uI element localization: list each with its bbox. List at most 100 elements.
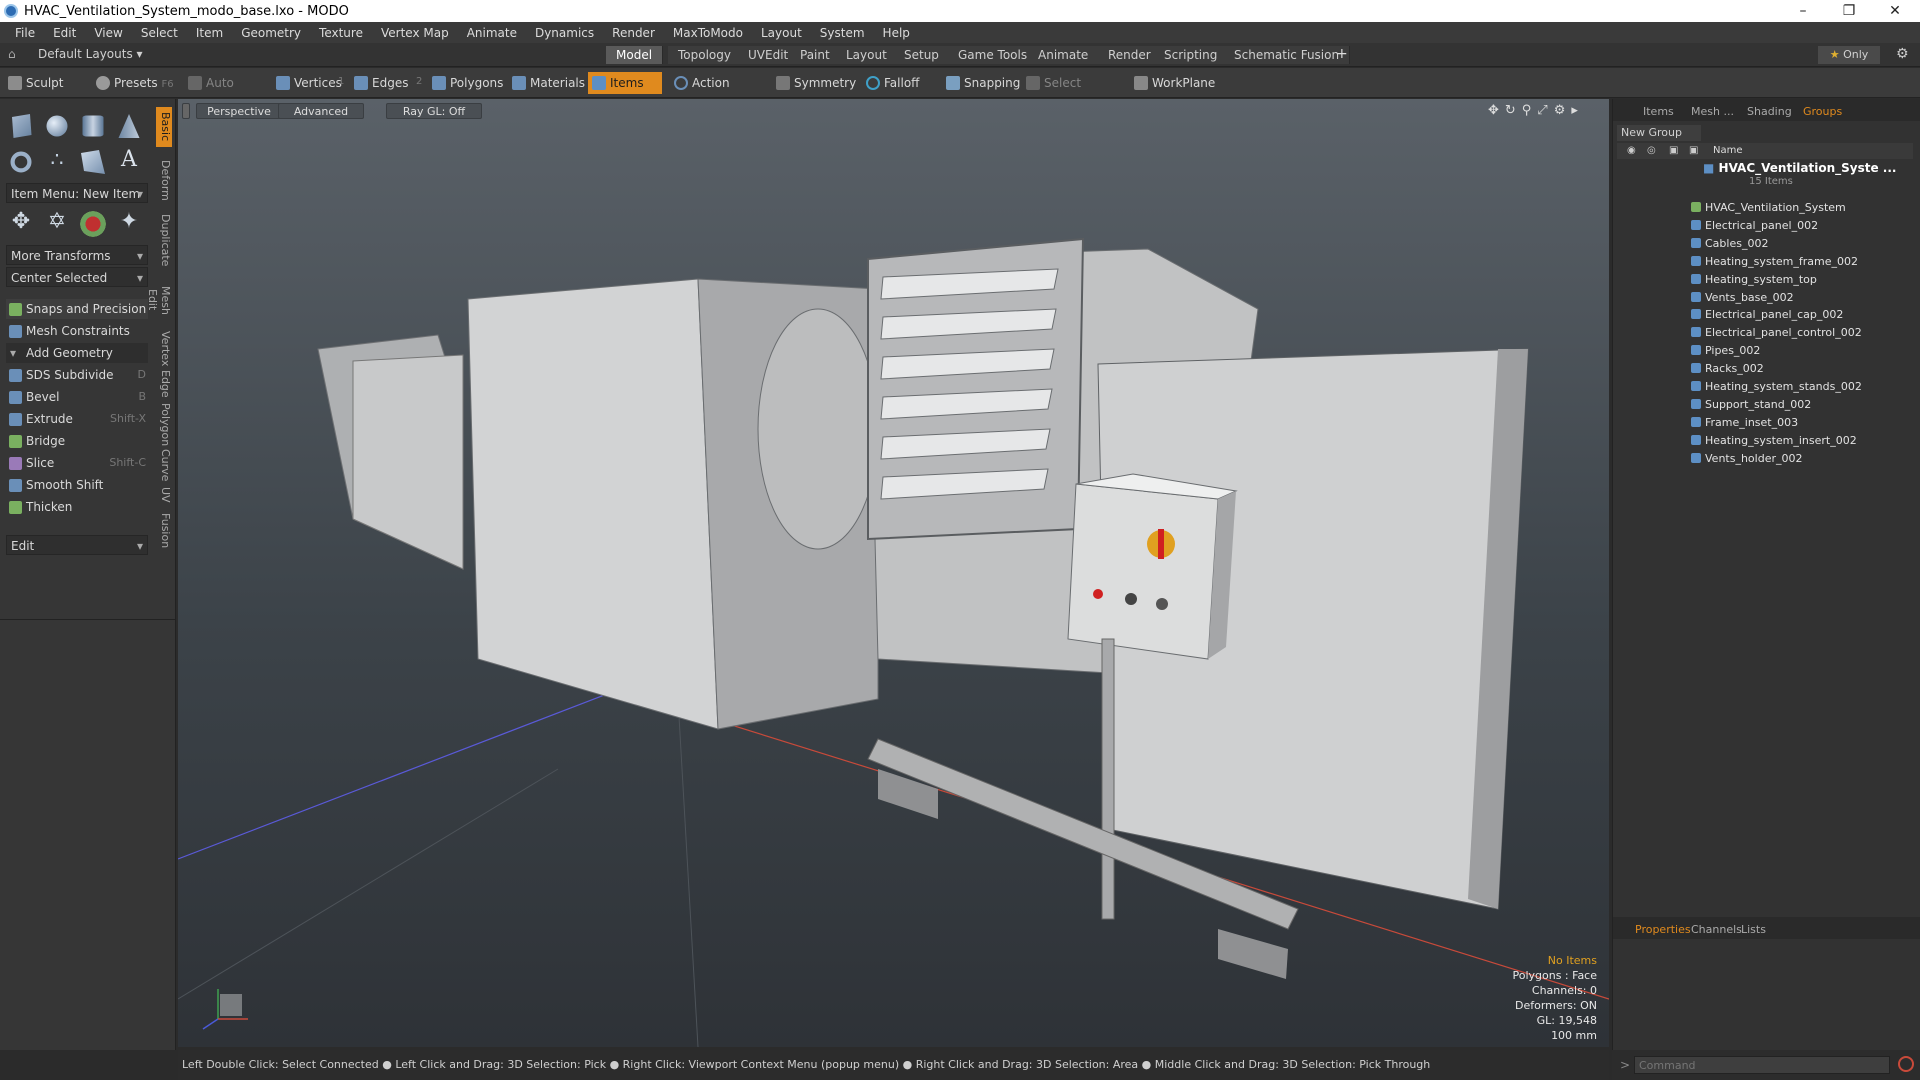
menu-select[interactable]: Select <box>132 26 187 40</box>
menu-file[interactable]: File <box>6 26 44 40</box>
gear-icon[interactable]: ⚙ <box>1896 46 1909 62</box>
cube-icon[interactable] <box>12 114 32 138</box>
menu-item[interactable]: Item <box>187 26 232 40</box>
menu-texture[interactable]: Texture <box>310 26 372 40</box>
rtab-items[interactable]: Items <box>1643 103 1674 121</box>
vtab-deform[interactable]: Deform <box>156 153 172 207</box>
vtab-basic[interactable]: Basic <box>156 107 172 147</box>
torus-icon[interactable] <box>10 151 32 173</box>
add-tab-icon[interactable]: + <box>1336 46 1348 62</box>
group-item[interactable]: Heating_system_frame_002 <box>1691 253 1858 271</box>
group-item[interactable]: Electrical_panel_002 <box>1691 217 1818 235</box>
snapping-button[interactable]: Snapping <box>942 72 1024 94</box>
menu-help[interactable]: Help <box>874 26 919 40</box>
tool-extrude[interactable]: Extrude Shift-X <box>6 409 148 429</box>
transform-icon[interactable]: ✦ <box>114 209 144 239</box>
tool-smooth-shift[interactable]: Smooth Shift <box>6 475 148 495</box>
sculpt-button[interactable]: Sculpt <box>4 72 90 94</box>
menu-render[interactable]: Render <box>603 26 664 40</box>
text-tool-icon[interactable]: A <box>114 147 144 177</box>
auto-select-button[interactable]: Auto Select <box>184 72 266 112</box>
group-item[interactable]: Heating_system_stands_002 <box>1691 378 1862 396</box>
group-item[interactable]: Electrical_panel_cap_002 <box>1691 306 1843 324</box>
close-button[interactable]: ✕ <box>1872 0 1918 22</box>
vtab-vertex[interactable]: Vertex <box>156 331 172 366</box>
tab-model[interactable]: Model <box>606 46 664 64</box>
layouts-dropdown[interactable]: Default Layouts ▾ <box>38 47 143 61</box>
item-menu-dropdown[interactable]: Item Menu: New Item <box>6 183 148 204</box>
center-selected-dropdown[interactable]: Center Selected <box>6 267 148 288</box>
sphere-icon[interactable] <box>46 115 68 137</box>
tab-setup[interactable]: Setup <box>894 46 950 64</box>
group-item[interactable]: Heating_system_insert_002 <box>1691 432 1857 450</box>
capsule-icon[interactable]: ∴ <box>42 147 72 177</box>
command-input[interactable] <box>1634 1056 1890 1074</box>
tab-render[interactable]: Render <box>1098 46 1162 64</box>
menu-dynamics[interactable]: Dynamics <box>526 26 603 40</box>
pen-icon[interactable] <box>81 150 105 174</box>
menu-view[interactable]: View <box>85 26 131 40</box>
tab-paint[interactable]: Paint <box>790 46 841 64</box>
tab-animate[interactable]: Animate <box>1028 46 1100 64</box>
add-geometry-header[interactable]: ▾ Add Geometry <box>6 343 148 363</box>
polygons-button[interactable]: Polygons <box>428 72 512 94</box>
move-icon[interactable]: ✥ <box>6 209 36 239</box>
rtab-groups[interactable]: Groups <box>1803 103 1842 121</box>
command-clear-icon[interactable] <box>1898 1056 1914 1072</box>
group-item[interactable]: Cables_002 <box>1691 235 1768 253</box>
group-item[interactable]: Electrical_panel_control_002 <box>1691 324 1862 342</box>
action-center-button[interactable]: Action Center <box>670 72 770 112</box>
vertices-button[interactable]: Vertices <box>272 72 342 94</box>
tool-bridge[interactable]: Bridge <box>6 431 148 451</box>
cone-icon[interactable] <box>118 114 140 138</box>
vtab-duplicate[interactable]: Duplicate <box>156 211 172 269</box>
group-item[interactable]: Heating_system_top <box>1691 271 1817 289</box>
vtab-uv[interactable]: UV <box>156 483 172 507</box>
tab-schematic-fusion[interactable]: Schematic Fusion <box>1224 46 1351 64</box>
menu-edit[interactable]: Edit <box>44 26 85 40</box>
vtab-polygon[interactable]: Polygon <box>156 403 172 446</box>
edges-button[interactable]: Edges <box>350 72 418 94</box>
rotate-icon[interactable]: ✡ <box>42 209 72 239</box>
layout-icon[interactable]: ⌂ <box>8 47 16 61</box>
vtab-mesh-edit[interactable]: Mesh Edit <box>146 275 172 325</box>
tool-thicken[interactable]: Thicken <box>6 497 148 517</box>
workplane-button[interactable]: WorkPlane <box>1130 72 1215 94</box>
rtab-shading[interactable]: Shading <box>1747 103 1792 121</box>
vtab-curve[interactable]: Curve <box>156 449 172 481</box>
group-item[interactable]: Vents_holder_002 <box>1691 450 1802 468</box>
btab-properties[interactable]: Properties <box>1635 921 1691 939</box>
vtab-fusion[interactable]: Fusion <box>156 511 172 551</box>
cylinder-icon[interactable] <box>82 115 104 137</box>
menu-animate[interactable]: Animate <box>458 26 526 40</box>
minimize-button[interactable]: – <box>1780 0 1826 22</box>
menu-vertex-map[interactable]: Vertex Map <box>372 26 458 40</box>
tool-sds-subdivide[interactable]: SDS Subdivide D <box>6 365 148 385</box>
group-item[interactable]: HVAC_Ventilation_System <box>1691 199 1846 217</box>
restore-button[interactable]: ❐ <box>1826 0 1872 22</box>
select-through-button[interactable]: Select Through <box>1022 72 1126 112</box>
3d-viewport[interactable]: Perspective Advanced Ray GL: Off ✥↻⚲⤢⚙▸ <box>178 99 1609 1047</box>
group-item[interactable]: Pipes_002 <box>1691 342 1760 360</box>
presets-button[interactable]: Presets F6 <box>92 72 180 94</box>
mesh-constraints-button[interactable]: Mesh Constraints <box>6 321 148 341</box>
symmetry-button[interactable]: Symmetry <box>772 72 856 94</box>
tab-game-tools[interactable]: Game Tools <box>948 46 1039 64</box>
snaps-precision-button[interactable]: Snaps and Precision <box>6 299 148 319</box>
menu-layout[interactable]: Layout <box>752 26 811 40</box>
menu-system[interactable]: System <box>811 26 874 40</box>
group-row[interactable]: ■ HVAC_Ventilation_Syste ... <box>1703 161 1897 175</box>
new-group-button[interactable]: New Group <box>1617 125 1701 141</box>
only-toggle[interactable]: ★ Only <box>1818 46 1880 64</box>
btab-channels[interactable]: Channels <box>1691 921 1742 939</box>
vtab-edge[interactable]: Edge <box>156 369 172 399</box>
menu-geometry[interactable]: Geometry <box>232 26 310 40</box>
tab-layout[interactable]: Layout <box>836 46 898 64</box>
edit-dropdown[interactable]: Edit <box>6 535 148 556</box>
group-item[interactable]: Vents_base_002 <box>1691 289 1794 307</box>
tool-slice[interactable]: Slice Shift-C <box>6 453 148 473</box>
menu-maxtomodo[interactable]: MaxToModo <box>664 26 752 40</box>
scale-icon[interactable] <box>78 209 108 239</box>
tool-bevel[interactable]: Bevel B <box>6 387 148 407</box>
items-button[interactable]: Items <box>588 72 662 94</box>
